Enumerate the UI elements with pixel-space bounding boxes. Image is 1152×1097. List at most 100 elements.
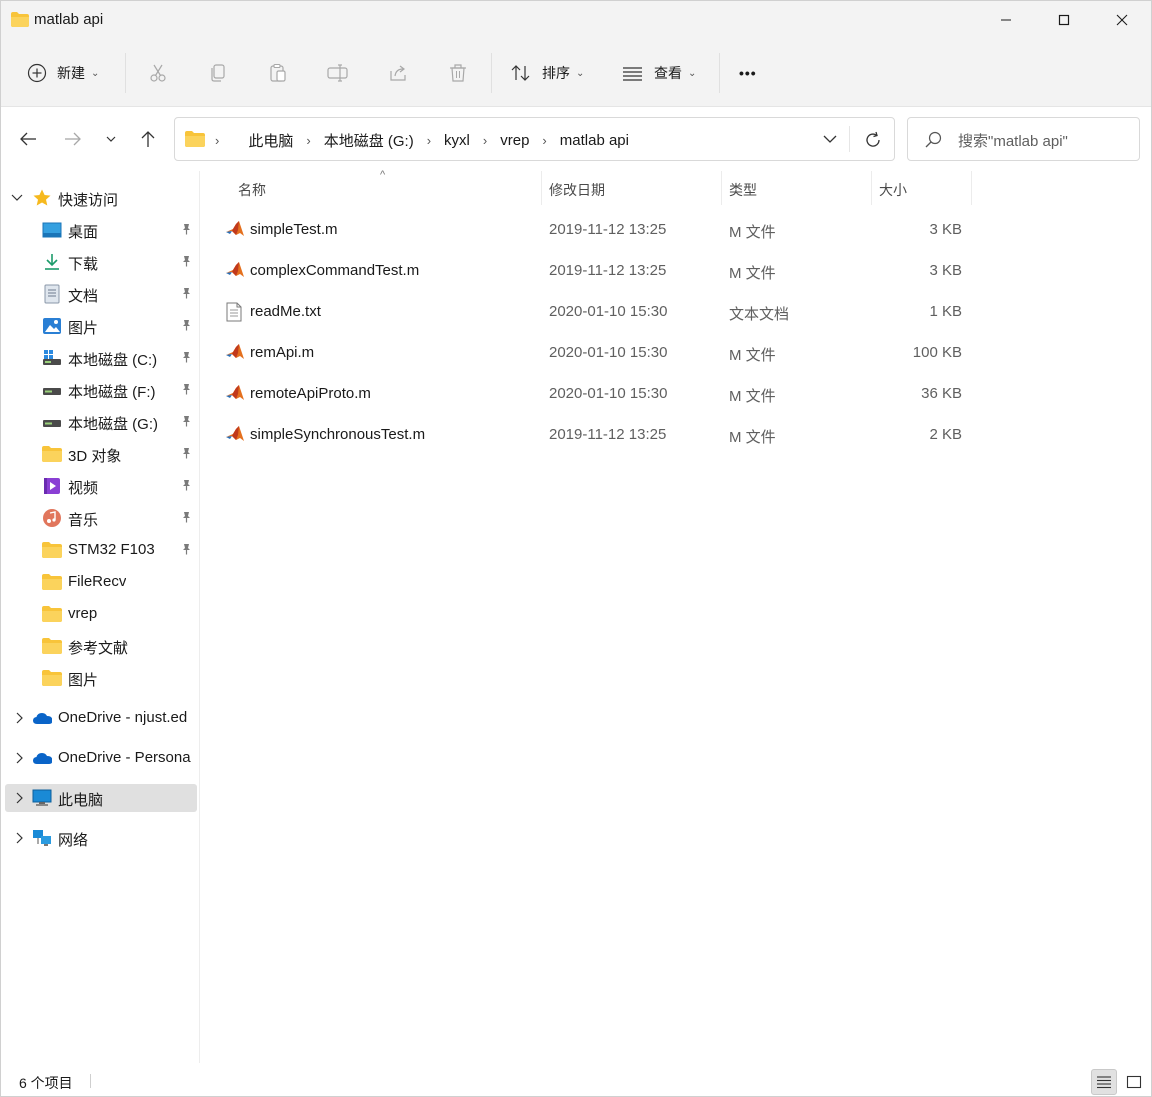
column-header-type[interactable]: 类型	[729, 171, 757, 205]
chevron-right-icon[interactable]: ›	[427, 133, 431, 148]
sidebar-item[interactable]: 文档	[5, 280, 197, 308]
cut-icon[interactable]	[146, 61, 170, 85]
file-row[interactable]: simpleSynchronousTest.m 2019-11-12 13:25 M…	[221, 417, 971, 453]
network-icon	[32, 828, 52, 848]
file-row[interactable]: readMe.txt 2020-01-10 15:30 文本文档 1 KB	[221, 294, 971, 330]
file-row[interactable]: simpleTest.m 2019-11-12 13:25 M 文件 3 KB	[221, 212, 971, 248]
copy-icon[interactable]	[206, 61, 230, 85]
new-button[interactable]: 新建 ⌄	[27, 55, 99, 91]
search-input[interactable]: 搜索"matlab api"	[907, 117, 1140, 161]
delete-icon[interactable]	[446, 61, 470, 85]
refresh-button[interactable]	[861, 128, 885, 152]
recent-locations-button[interactable]	[97, 125, 125, 153]
breadcrumb-item[interactable]: 本地磁盘 (G:)	[324, 130, 414, 151]
file-date: 2020-01-10 15:30	[549, 303, 668, 320]
file-size: 1 KB	[929, 303, 962, 320]
pin-icon	[179, 318, 193, 332]
chevron-right-icon[interactable]: ›	[542, 133, 546, 148]
file-row[interactable]: remApi.m 2020-01-10 15:30 M 文件 100 KB	[221, 335, 971, 371]
sidebar-item[interactable]: 参考文献	[5, 632, 197, 660]
pin-icon	[179, 414, 193, 428]
breadcrumb-item[interactable]: vrep	[500, 132, 529, 149]
view-button[interactable]: 查看 ⌄	[622, 55, 696, 91]
address-bar[interactable]: › 此电脑 › 本地磁盘 (G:) › kyxl › vrep › matlab…	[174, 117, 895, 161]
folder-icon	[42, 668, 62, 688]
column-header-size[interactable]: 大小	[879, 171, 907, 205]
navigation-pane: 快速访问 桌面 下载 文档 图片 本地磁盘 (C:) 本地磁盘 (F:) 本地磁盘 (G:)…	[1, 171, 200, 1063]
sidebar-item[interactable]: FileRecv	[5, 568, 197, 596]
breadcrumb-item[interactable]: kyxl	[444, 132, 470, 149]
sidebar-item-label: OneDrive - njust.ed	[58, 709, 188, 726]
star-icon	[32, 188, 52, 208]
sidebar-item[interactable]: STM32 F103	[5, 536, 197, 564]
paste-icon[interactable]	[266, 61, 290, 85]
forward-button[interactable]	[59, 125, 87, 153]
rename-icon[interactable]	[326, 61, 350, 85]
view-label: 查看	[654, 65, 682, 81]
file-row[interactable]: remoteApiProto.m 2020-01-10 15:30 M 文件 36 K…	[221, 376, 971, 412]
column-divider[interactable]	[871, 171, 872, 205]
column-divider[interactable]	[541, 171, 542, 205]
column-header-label: 名称	[238, 182, 266, 198]
sidebar-item[interactable]: 3D 对象	[5, 440, 197, 468]
column-divider[interactable]	[721, 171, 722, 205]
share-icon[interactable]	[386, 61, 410, 85]
sidebar-item[interactable]: 图片	[5, 312, 197, 340]
sidebar-item[interactable]: 桌面	[5, 216, 197, 244]
sidebar-item[interactable]: 音乐	[5, 504, 197, 532]
chevron-right-icon[interactable]	[13, 792, 25, 804]
breadcrumb-item[interactable]: 此电脑	[248, 130, 293, 151]
close-button[interactable]	[1093, 1, 1151, 39]
address-history-button[interactable]	[818, 129, 842, 149]
sidebar-item-quick-access[interactable]: 快速访问	[5, 184, 197, 212]
up-button[interactable]	[134, 125, 162, 153]
sidebar-item-label: vrep	[68, 605, 98, 622]
sidebar-item[interactable]: 视频	[5, 472, 197, 500]
sidebar-item[interactable]: 本地磁盘 (C:)	[5, 344, 197, 372]
folder-icon	[185, 131, 205, 147]
large-icons-view-button[interactable]	[1121, 1069, 1147, 1095]
matlab-icon	[225, 384, 245, 404]
file-name: simpleSynchronousTest.m	[250, 426, 426, 443]
sidebar-item-this-pc[interactable]: 此电脑	[5, 784, 197, 812]
breadcrumb-item[interactable]: matlab api	[560, 132, 629, 149]
sidebar-item-onedrive-personal[interactable]: OneDrive - Persona	[5, 744, 197, 772]
file-name: readMe.txt	[250, 303, 321, 320]
sidebar-item-network[interactable]: 网络	[5, 824, 197, 852]
more-icon: •••	[739, 65, 757, 81]
chevron-right-icon[interactable]	[13, 832, 25, 844]
drive-icon	[42, 380, 62, 400]
sidebar-item-label: 文档	[68, 288, 99, 305]
chevron-right-icon[interactable]	[13, 712, 25, 724]
sort-button[interactable]: 排序 ⌄	[510, 55, 584, 91]
pin-icon	[179, 254, 193, 268]
column-header-label: 大小	[879, 182, 907, 198]
column-header-date[interactable]: 修改日期	[549, 171, 605, 205]
file-list: 名称 ^ 修改日期 类型 大小 simpleTest.m 2019-11-12 1…	[201, 169, 1151, 1063]
window-title: matlab api	[34, 11, 104, 28]
column-divider[interactable]	[971, 171, 972, 205]
sidebar-item-onedrive-work[interactable]: OneDrive - njust.ed	[5, 704, 197, 732]
column-header-name[interactable]: 名称	[238, 171, 266, 205]
arrow-up-icon	[141, 131, 155, 147]
sidebar-item[interactable]: 下载	[5, 248, 197, 276]
sidebar-item[interactable]: vrep	[5, 600, 197, 628]
file-type: M 文件	[729, 429, 776, 446]
sidebar-item[interactable]: 本地磁盘 (G:)	[5, 408, 197, 436]
back-button[interactable]	[14, 125, 42, 153]
chevron-right-icon[interactable]	[13, 752, 25, 764]
file-row[interactable]: complexCommandTest.m 2019-11-12 13:25 M 文件…	[221, 253, 971, 289]
chevron-down-icon[interactable]	[11, 192, 23, 204]
details-view-button[interactable]	[1091, 1069, 1117, 1095]
pin-icon	[179, 382, 193, 396]
maximize-button[interactable]	[1035, 1, 1093, 39]
sidebar-item[interactable]: 图片	[5, 664, 197, 692]
minimize-button[interactable]	[977, 1, 1035, 39]
chevron-right-icon[interactable]: ›	[483, 133, 487, 148]
chevron-right-icon[interactable]: ›	[306, 133, 310, 148]
chevron-down-icon: ⌄	[688, 67, 697, 79]
maximize-icon	[1058, 14, 1070, 26]
sidebar-item[interactable]: 本地磁盘 (F:)	[5, 376, 197, 404]
more-options-button[interactable]: •••	[739, 55, 757, 91]
arrow-right-icon	[65, 132, 81, 146]
